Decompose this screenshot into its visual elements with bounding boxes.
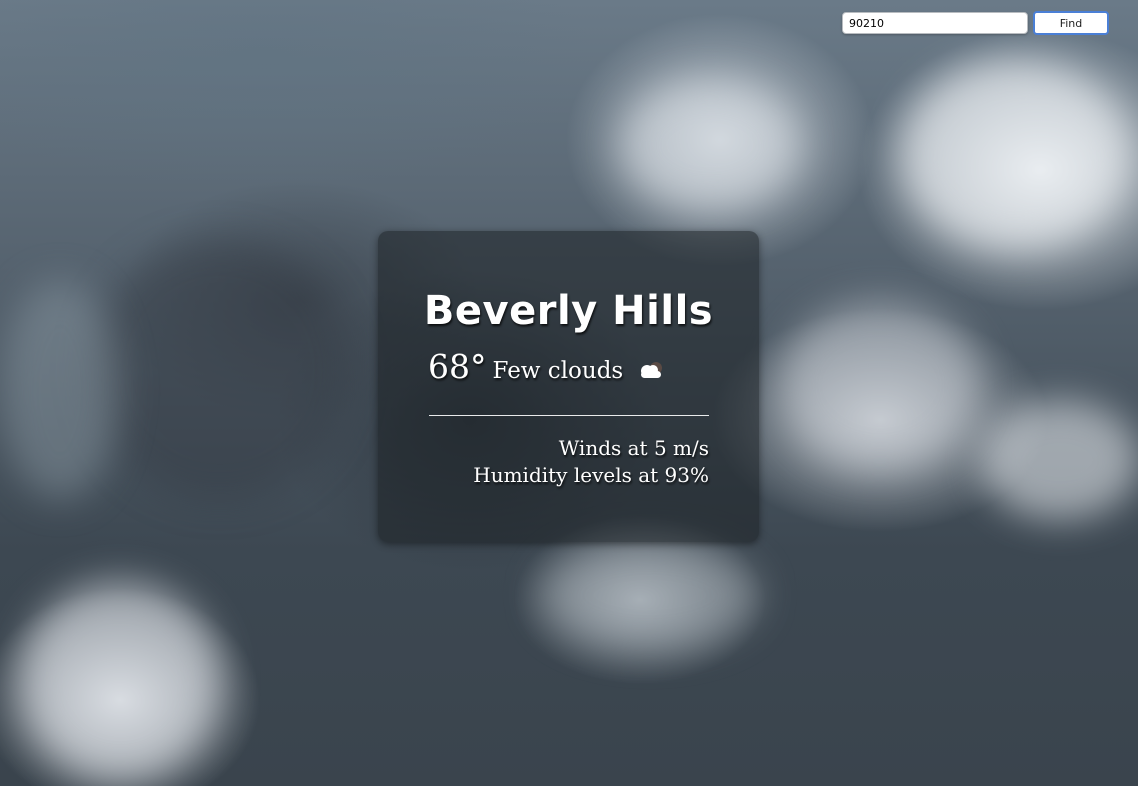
current-conditions: 68° Few clouds [428, 347, 667, 387]
weather-card: Beverly Hills 68° Few clouds Winds at 5 … [378, 231, 759, 542]
wind-speed: Winds at 5 m/s [558, 436, 709, 460]
city-name: Beverly Hills [423, 288, 714, 334]
weather-details: Winds at 5 m/s Humidity levels at 93% [473, 435, 709, 489]
find-button[interactable]: Find [1033, 11, 1109, 35]
divider [429, 415, 709, 416]
temperature: 68° [428, 347, 487, 386]
condition-text: Few clouds [492, 358, 624, 384]
few-clouds-icon [637, 360, 667, 380]
humidity-level: Humidity levels at 93% [473, 463, 709, 487]
location-search-bar: Find [842, 11, 1109, 35]
zip-code-input[interactable] [842, 12, 1028, 34]
